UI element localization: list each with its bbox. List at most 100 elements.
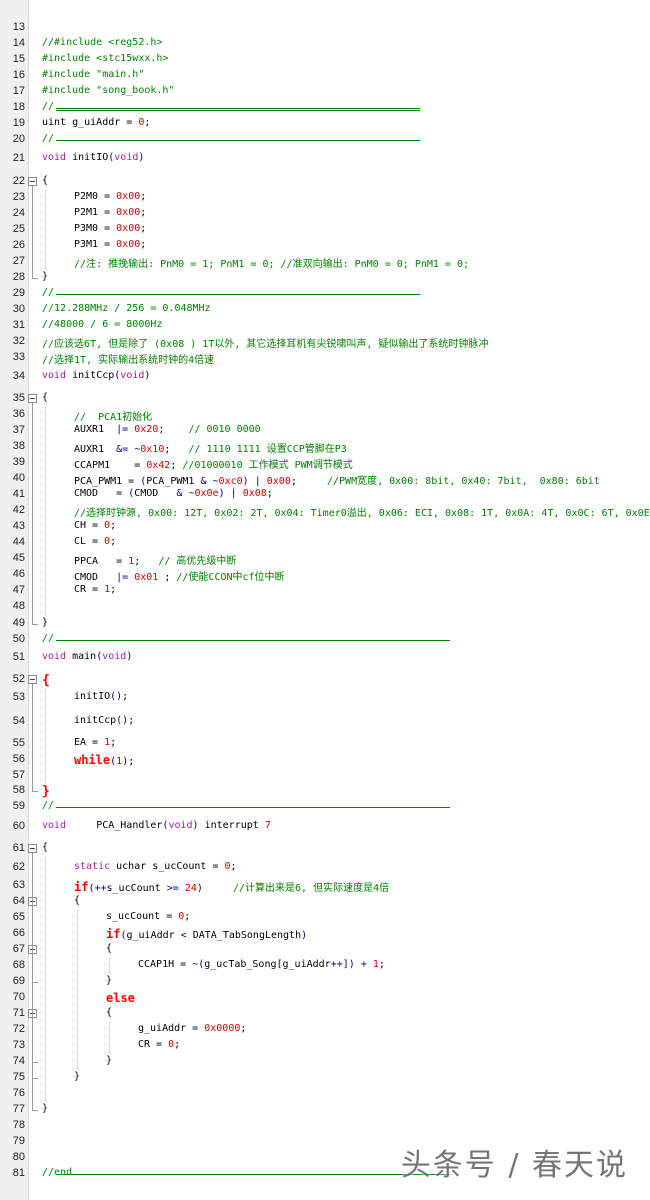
- code-line[interactable]: 64 {: [0, 894, 650, 910]
- code-text: void PCA_Handler(void) interrupt 7: [42, 820, 271, 831]
- code-token: 0x0000: [204, 1023, 241, 1034]
- code-line[interactable]: 13: [0, 20, 650, 36]
- code-line[interactable]: 57: [0, 768, 650, 784]
- code-line[interactable]: 30 //12.288MHz / 256 = 0.048MHz: [0, 302, 650, 318]
- code-text: EA = 1;: [74, 737, 116, 748]
- code-token: void: [114, 152, 139, 163]
- code-line[interactable]: 46 CMOD |= 0x01 ; //使能CCON中cf位中断: [0, 567, 650, 583]
- line-number: 45: [12, 552, 25, 564]
- fold-toggle-icon[interactable]: [28, 177, 37, 186]
- code-line[interactable]: 51 void main(void): [0, 650, 650, 666]
- code-line[interactable]: 39 CCAPM1 = 0x42; //01000010 工作模式 PWM调节模式: [0, 455, 650, 471]
- code-token: |=: [116, 572, 129, 583]
- code-line[interactable]: 66 if(g_uiAddr < DATA_TabSongLength): [0, 926, 650, 942]
- code-line[interactable]: 63 if(++s_ucCount >= 24) //计算出来是6, 但实际速度是…: [0, 878, 650, 894]
- code-text: //: [42, 633, 54, 644]
- code-line[interactable]: 74}: [0, 1054, 650, 1070]
- code-line[interactable]: 47 CR = 1;: [0, 583, 650, 599]
- code-line[interactable]: 28}: [0, 270, 650, 286]
- code-line[interactable]: 77}: [0, 1102, 650, 1118]
- code-line[interactable]: 32 //应该选6T, 但是除了 (0x08 ) 1T以外, 其它选择耳机有尖锐啸…: [0, 334, 650, 350]
- code-line[interactable]: 67 {: [0, 942, 650, 958]
- code-line[interactable]: 61 {: [0, 841, 650, 857]
- code-line[interactable]: 42 //选择时钟源, 0x00: 12T, 0x02: 2T, 0x04: Ti…: [0, 503, 650, 519]
- code-editor[interactable]: 13 14 //#include <reg52.h> 15 #include <stc1…: [0, 0, 650, 1200]
- code-text: s_ucCount = 0;: [106, 911, 190, 922]
- line-number: 65: [12, 911, 25, 923]
- code-line[interactable]: 41 CMOD = (CMOD & ~0x0e) | 0x08;: [0, 487, 650, 503]
- code-line[interactable]: 34 void initCcp(void): [0, 369, 650, 385]
- code-token: //01000010 工作模式 PWM调节模式: [182, 460, 353, 471]
- code-line[interactable]: 45 PPCA = 1; // 高优先级中断: [0, 551, 650, 567]
- code-text: initIO();: [74, 691, 128, 702]
- code-line[interactable]: 54 initCcp();: [0, 714, 650, 730]
- code-token: 0xc0: [218, 476, 243, 487]
- line-number: 37: [12, 424, 25, 436]
- code-token: ;: [290, 476, 327, 487]
- code-line[interactable]: 55 EA = 1;: [0, 736, 650, 752]
- code-line[interactable]: 24 P2M1 = 0x00;: [0, 206, 650, 222]
- code-line[interactable]: 33 //选择1T, 实际输出系统时钟的4倍速: [0, 350, 650, 366]
- code-line[interactable]: 78: [0, 1118, 650, 1134]
- code-line[interactable]: 69}: [0, 974, 650, 990]
- code-line[interactable]: 70 else: [0, 990, 650, 1006]
- code-text: //: [42, 133, 54, 144]
- code-line[interactable]: 31 //48000 / 6 = 8000Hz: [0, 318, 650, 334]
- code-line[interactable]: 62 static uchar s_ucCount = 0;: [0, 860, 650, 876]
- code-line[interactable]: 48: [0, 599, 650, 615]
- code-text: CMOD = (CMOD & ~0x0e) | 0x08;: [74, 488, 273, 499]
- code-token: CCAPM1 =: [74, 460, 147, 471]
- code-token: ;: [158, 572, 177, 583]
- code-line[interactable]: 22 {: [0, 174, 650, 190]
- code-token: 0x10: [140, 444, 165, 455]
- code-line[interactable]: 58}: [0, 783, 650, 799]
- code-line[interactable]: 65 s_ucCount = 0;: [0, 910, 650, 926]
- code-token: while: [74, 753, 111, 767]
- code-line[interactable]: 14 //#include <reg52.h>: [0, 36, 650, 52]
- code-line[interactable]: 26 P3M1 = 0x00;: [0, 238, 650, 254]
- code-line[interactable]: 21 void initIO(void): [0, 151, 650, 167]
- code-line[interactable]: 35 {: [0, 391, 650, 407]
- code-token: {: [42, 392, 49, 403]
- code-line[interactable]: 36 // PCA1初始化: [0, 407, 650, 423]
- code-text: //: [42, 800, 54, 811]
- code-line[interactable]: 17 #include "song_book.h": [0, 84, 650, 100]
- code-line[interactable]: 76: [0, 1086, 650, 1102]
- code-token: //注: 推挽输出: PnM0 = 1; PnM1 = 0; //准双向输出: …: [74, 259, 470, 270]
- indent-guide: [109, 958, 110, 974]
- code-line[interactable]: 60 void PCA_Handler(void) interrupt 7: [0, 819, 650, 835]
- fold-toggle-icon[interactable]: [28, 675, 37, 684]
- code-line[interactable]: 40 PCA_PWM1 = (PCA_PWM1 & ~0xc0) | 0x00; …: [0, 471, 650, 487]
- code-line[interactable]: 68 CCAP1H = ~(g_ucTab_Song[g_uiAddr++]) +…: [0, 958, 650, 974]
- line-number: 62: [12, 861, 25, 873]
- code-line[interactable]: 75}: [0, 1070, 650, 1086]
- code-line[interactable]: 15 #include <stc15wxx.h>: [0, 52, 650, 68]
- code-token: 0x20: [134, 424, 159, 435]
- code-line[interactable]: 23 P2M0 = 0x00;: [0, 190, 650, 206]
- code-line[interactable]: 43 CH = 0;: [0, 519, 650, 535]
- code-text: //注: 推挽输出: PnM0 = 1; PnM1 = 0; //准双向输出: …: [74, 255, 469, 270]
- code-token: ++]): [330, 959, 355, 970]
- code-token: void: [42, 370, 67, 381]
- code-line[interactable]: 37 AUXR1 |= 0x20; // 0010 0000: [0, 423, 650, 439]
- code-line[interactable]: 38 AUXR1 &= ~0x10; // 1110 1111 设置CCP管脚在P…: [0, 439, 650, 455]
- fold-toggle-icon[interactable]: [28, 844, 37, 853]
- code-line[interactable]: 53 initIO();: [0, 690, 650, 706]
- code-line[interactable]: 56 while(1);: [0, 752, 650, 768]
- code-line[interactable]: 25 P3M0 = 0x00;: [0, 222, 650, 238]
- code-line[interactable]: 71 {: [0, 1006, 650, 1022]
- code-line[interactable]: 73 CR = 0;: [0, 1038, 650, 1054]
- code-line[interactable]: 72 g_uiAddr = 0x0000;: [0, 1022, 650, 1038]
- code-line[interactable]: 52 {: [0, 672, 650, 688]
- code-token: //选择时钟源, 0x00: 12T, 0x02: 2T, 0x04: Time…: [74, 508, 650, 519]
- code-token: 24: [184, 883, 197, 894]
- code-line[interactable]: 27 //注: 推挽输出: PnM0 = 1; PnM1 = 0; //准双向输出…: [0, 254, 650, 270]
- code-line[interactable]: 16 #include "main.h": [0, 68, 650, 84]
- code-token: }: [42, 617, 49, 628]
- code-line[interactable]: 49}: [0, 616, 650, 632]
- code-line[interactable]: 44 CL = 0;: [0, 535, 650, 551]
- code-line[interactable]: 19 uint g_uiAddr = 0;: [0, 116, 650, 132]
- code-token: ;: [110, 584, 117, 595]
- fold-toggle-icon[interactable]: [28, 394, 37, 403]
